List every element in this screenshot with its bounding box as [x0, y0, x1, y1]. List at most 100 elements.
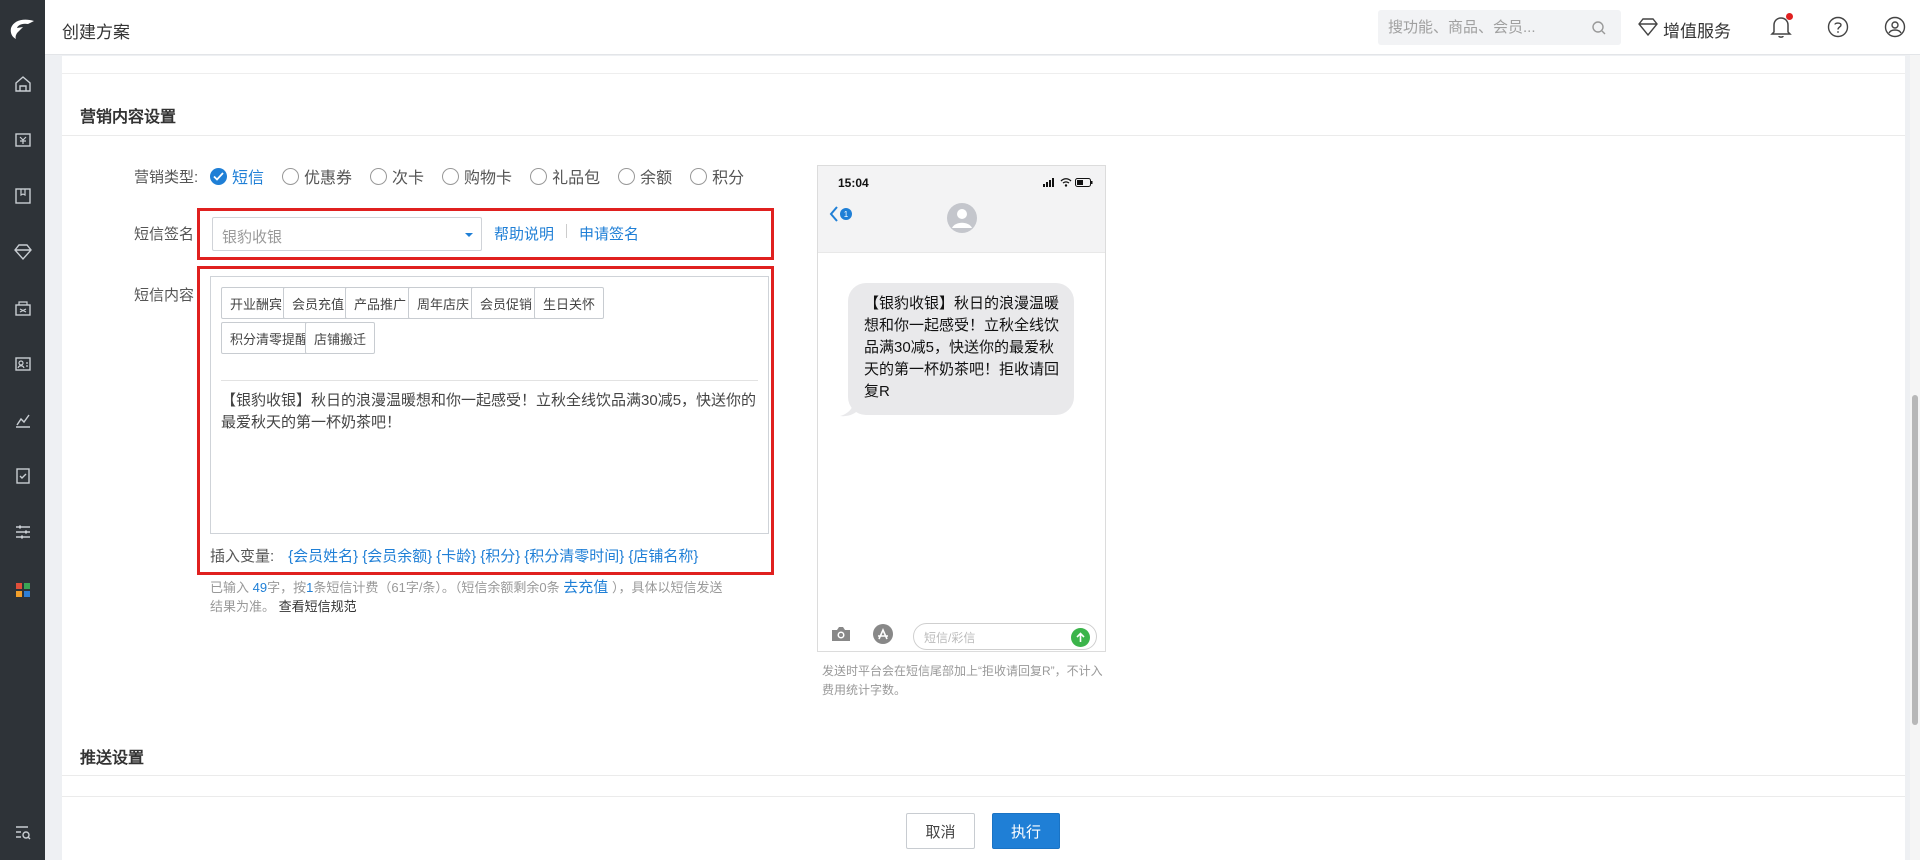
bell-icon[interactable]	[1768, 13, 1794, 40]
search-input[interactable]	[1388, 10, 1588, 45]
wifi-icon	[1060, 178, 1072, 187]
radio-unchecked-icon	[690, 167, 708, 185]
radio-label: 次卡	[392, 170, 425, 187]
char-count: 49	[252, 580, 268, 595]
user-avatar-icon[interactable]	[1882, 14, 1908, 40]
radio-label: 余额	[640, 170, 673, 187]
page-title: 创建方案	[62, 23, 130, 42]
marketing-type-radios: 短信 优惠券 次卡 购物卡 礼品包 余额 积分	[210, 164, 744, 188]
camera-icon	[830, 625, 852, 648]
phone-time: 15:04	[838, 176, 869, 190]
insert-variable-link[interactable]: {会员姓名}	[288, 545, 358, 566]
radio-label: 礼品包	[552, 170, 601, 187]
send-arrow-icon	[1071, 628, 1090, 647]
template-tag[interactable]: 店铺搬迁	[305, 322, 376, 354]
radio-unchecked-icon	[442, 167, 460, 185]
sms-content-editor[interactable]: 开业酬宾 会员充值 产品推广 周年店庆 会员促销 生日关怀积分清零提醒 店铺搬迁 【银豹收银…	[210, 276, 769, 534]
radio-type-2[interactable]: 次卡	[370, 164, 424, 188]
template-tag[interactable]: 周年店庆	[408, 287, 479, 319]
footer-actions: 取消 执行	[62, 796, 1905, 860]
marketing-type-label: 营销类型:	[134, 169, 199, 186]
insert-variable-link[interactable]: {积分清零时间}	[524, 545, 624, 566]
signature-select[interactable]: 银豹收银	[212, 217, 482, 251]
phone-preview: 15:04 1 【银豹收银】秋日的浪漫温暖想和你一起感受！立秋全线饮品满30减5…	[817, 165, 1106, 652]
help-link[interactable]: 帮助说明	[494, 223, 554, 244]
audit-icon[interactable]	[0, 456, 45, 496]
apply-signature-link[interactable]: 申请签名	[579, 223, 639, 244]
home-icon[interactable]	[0, 64, 45, 104]
vip-service-button[interactable]: 增值服务	[1638, 17, 1731, 42]
radio-unchecked-icon	[618, 167, 636, 185]
section-title-push: 推送设置	[80, 750, 145, 767]
chevron-down-icon	[465, 233, 473, 237]
template-tag[interactable]: 开业酬宾	[221, 287, 292, 319]
bubble-tail	[840, 400, 860, 417]
radio-type-4[interactable]: 礼品包	[530, 164, 600, 188]
sms-preview-bubble: 【银豹收银】秋日的浪漫温暖想和你一起感受！立秋全线饮品满30减5，快送你的最爱秋…	[848, 283, 1074, 415]
insert-variable-link[interactable]: {店铺名称}	[628, 545, 698, 566]
radio-label: 短信	[232, 170, 265, 187]
cashier-icon[interactable]	[0, 120, 45, 160]
settings-icon[interactable]	[0, 512, 45, 552]
insert-variable-link[interactable]: {积分}	[480, 545, 520, 566]
recharge-link[interactable]: 去充值	[563, 579, 608, 596]
radio-label: 购物卡	[464, 170, 513, 187]
notification-dot	[1786, 13, 1793, 20]
phone-input-bar: 短信/彩信	[818, 616, 1105, 651]
sms-rules-link[interactable]: 查看短信规范	[279, 599, 357, 614]
contact-avatar-icon	[946, 202, 978, 239]
insert-variables-label: 插入变量:	[210, 548, 275, 565]
sms-content-textarea[interactable]: 【银豹收银】秋日的浪漫温暖想和你一起感受！立秋全线饮品满30减5，快送你的最爱秋…	[221, 390, 761, 434]
logo-icon[interactable]	[0, 0, 45, 55]
staff-icon[interactable]	[0, 344, 45, 384]
help-icon[interactable]	[1825, 14, 1851, 40]
page-scrollbar[interactable]	[1910, 55, 1920, 860]
cancel-button[interactable]: 取消	[906, 813, 975, 849]
report-icon[interactable]	[0, 400, 45, 440]
marketing-icon[interactable]	[0, 288, 45, 328]
status-bar-icons	[1043, 178, 1093, 187]
radio-type-5[interactable]: 余额	[618, 164, 672, 188]
top-header: 创建方案 增值服务	[45, 0, 1920, 55]
member-icon[interactable]	[0, 232, 45, 272]
signal-icon	[1043, 178, 1054, 187]
preview-note: 发送时平台会在短信尾部加上“拒收请回复R”，不计入费用统计字数。	[822, 664, 1103, 697]
global-search[interactable]	[1378, 10, 1621, 45]
char-count-hint: 已输入 49字，按1条短信计费（61字/条）。（短信余额剩余0条 去充值 ），具…	[210, 579, 723, 614]
insert-variables-row: 插入变量: {会员姓名} {会员余额} {卡龄} {积分} {积分清零时间} {店铺名称}	[210, 545, 698, 566]
radio-type-3[interactable]: 购物卡	[442, 164, 512, 188]
execute-button[interactable]: 执行	[992, 813, 1060, 849]
radio-label: 积分	[712, 170, 745, 187]
main-card: 营销内容设置 营销类型: 短信 优惠券 次卡 购物卡 礼品包 余额 积分 短信签名 银豹收银…	[62, 56, 1905, 860]
insert-variable-link[interactable]: {卡龄}	[436, 545, 476, 566]
svg-text:1: 1	[844, 210, 849, 219]
apps-icon[interactable]	[0, 570, 45, 610]
vip-service-label: 增值服务	[1663, 22, 1731, 41]
goods-icon[interactable]	[0, 176, 45, 216]
app-store-icon	[871, 623, 895, 650]
scrollbar-thumb[interactable]	[1912, 395, 1918, 725]
template-tag[interactable]: 积分清零提醒	[221, 322, 318, 354]
sms-signature-label: 短信签名	[134, 226, 195, 243]
insert-variable-link[interactable]: {会员余额}	[362, 545, 432, 566]
search-menu-icon[interactable]	[0, 812, 45, 852]
template-tag[interactable]: 会员充值	[283, 287, 354, 319]
radio-label: 优惠券	[304, 170, 353, 187]
back-chevron-icon: 1	[828, 204, 854, 229]
radio-type-6[interactable]: 积分	[690, 164, 744, 188]
phone-message-input: 短信/彩信	[913, 623, 1097, 650]
radio-checked-icon	[210, 167, 227, 185]
radio-type-0[interactable]: 短信	[210, 164, 264, 188]
radio-unchecked-icon	[530, 167, 548, 185]
template-tag[interactable]: 产品推广	[345, 287, 416, 319]
left-sidebar	[0, 0, 45, 860]
template-tag[interactable]: 会员促销	[471, 287, 542, 319]
sms-content-label: 短信内容	[134, 287, 195, 304]
signature-value: 银豹收银	[222, 229, 283, 246]
battery-icon	[1075, 178, 1093, 187]
radio-unchecked-icon	[370, 167, 388, 185]
search-icon[interactable]	[1591, 20, 1607, 41]
section-title-content: 营销内容设置	[80, 109, 177, 126]
radio-type-1[interactable]: 优惠券	[282, 164, 352, 188]
template-tag[interactable]: 生日关怀	[534, 287, 605, 319]
